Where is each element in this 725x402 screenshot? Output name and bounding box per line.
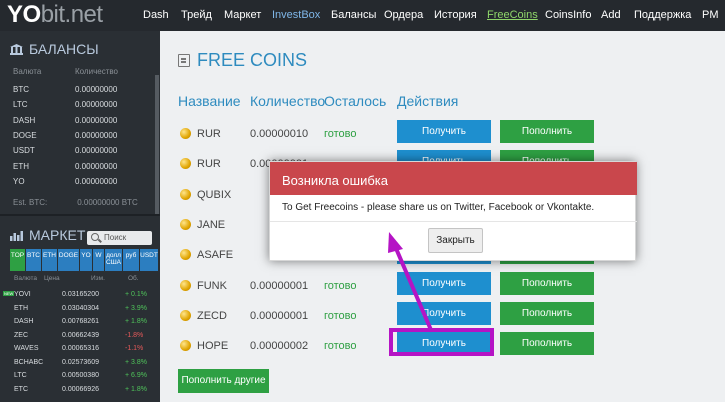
annotation-arrow-icon — [388, 232, 433, 332]
